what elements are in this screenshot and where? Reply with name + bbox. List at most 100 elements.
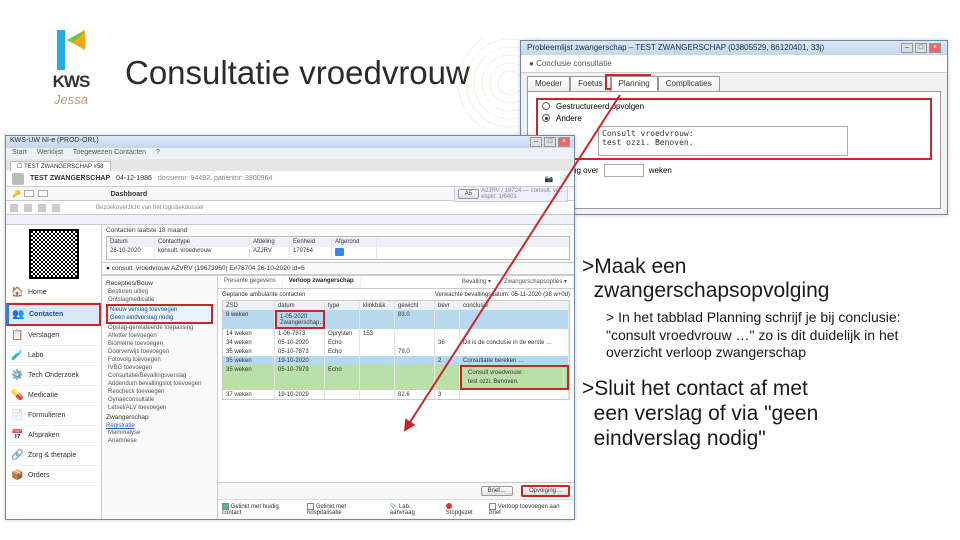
popup-subtitle: ● Conclusie consultatie [521,55,947,73]
action-item[interactable]: IVBG toevoegen [106,364,213,372]
close-icon[interactable]: × [929,43,941,53]
popup-tab-planning[interactable]: Planning [611,76,658,91]
mini-toolbar: Bezoekoverzicht van het logistiekdossier [6,201,574,215]
menu-contacten[interactable]: Toegewezen Contacten [73,149,146,156]
action-geen-eindverslag[interactable]: Geen eindverslag nodig [108,314,211,322]
menu-start[interactable]: Start [12,149,27,156]
radio-gestructureerd[interactable] [542,102,550,110]
popup-tab-complicaties[interactable]: Complicaties [658,76,720,91]
sidebar-item-contacten[interactable]: 👥Contacten [6,303,101,326]
consult-title: ● consult. vroedvrouw AZVRV (19673960) E… [102,263,574,275]
radio-andere[interactable] [542,114,550,122]
chk-hospitalisatie[interactable] [307,503,314,510]
sidebar-icon: 💊 [11,389,24,402]
menu-help[interactable]: ? [156,149,160,156]
action-item[interactable]: Anamnese [106,437,213,445]
action-nieuw-verslag[interactable]: Nieuw verslag toevoegen [108,306,211,314]
action-item[interactable]: Consultatie/Bevallingsverslag [106,372,213,380]
action-item[interactable]: Besturen uitleg [106,288,213,296]
preg-table-row[interactable]: 34 weken05-10-2020Echo36Dit is de conclu… [223,338,569,347]
main-maximize-icon[interactable]: □ [544,137,556,147]
instr-h2-line2: een verslag of via "geen [594,402,819,425]
preg-table-row[interactable]: 35 weken05-10-7879EchoConsult vroedvrouw… [223,365,569,390]
sidebar-item-label: Afspraken [28,432,60,439]
preg-table-row[interactable]: 14 weken1-06-7873Oprysten153 [223,329,569,338]
sidebar: 🏠Home👥Contacten📋Verslagen🧪Labo⚙️Tech Ond… [6,225,102,519]
toolbar-icon-camera[interactable]: 📷 [545,175,554,183]
flag-en-icon[interactable] [38,190,48,197]
sidebar-item-afspraken[interactable]: 📅Afspraken [6,426,101,446]
preg-table-row[interactable]: 35 weken19-10-20202Consultatie bereken … [223,356,569,365]
tab-bevalling[interactable]: Bevalling ▾ [456,276,498,288]
action-item[interactable]: Biometrie toevoegen [106,340,213,348]
sidebar-item-label: Medicatie [28,392,58,399]
preg-table-row[interactable]: 8 weken1-05-2020 Zwangerschap…83.0 [223,310,569,329]
action-item[interactable]: Letsel/ALV toevoegen [106,404,213,412]
toolbar-icon-pdf[interactable]: 📄 [559,175,568,183]
tab-zwangerschapsopties[interactable]: Zwangerschapsopties ▾ [498,276,574,288]
slide-title: Consultatie vroedvrouw [125,54,470,92]
sidebar-item-home[interactable]: 🏠Home [6,283,101,303]
logo-subtext: Jessa [54,92,88,107]
chk-verloop-brief[interactable] [489,503,496,510]
lab-aanvraag-label: Lab. aanvraag [390,504,415,516]
sidebar-item-zorg-&-therapie[interactable]: 🔗Zorg & therapie [6,446,101,466]
menu-werklijst[interactable]: Werklijst [37,149,63,156]
instr-h2-line3: eindverslag nodig" [594,427,766,450]
main-close-icon[interactable]: × [558,137,570,147]
sidebar-icon: 📋 [11,329,24,342]
flag-nl-icon[interactable] [24,190,34,197]
sidebar-item-orders[interactable]: 📦Orders [6,466,101,486]
popup-tab-moeder[interactable]: Moeder [527,76,570,91]
contacts-table-row[interactable]: 28-10-2020 konsult. vroedvrouw AZJRV 179… [107,247,569,259]
patient-tab[interactable]: ☐ TEST ZWANGERSCHAP #58 [10,161,111,171]
sidebar-item-verslagen[interactable]: 📋Verslagen [6,326,101,346]
tb-icon-1[interactable] [10,204,18,212]
maximize-icon[interactable]: □ [915,43,927,53]
brief-button[interactable]: Brief… [481,486,513,496]
action-item[interactable]: Addendum bevallingslot toevoegen [106,380,213,388]
patient-info: dossiernr: 94492. patiëntnr: 3800964 [158,175,272,182]
preg-table-row[interactable]: 37 weken19-10-202982.63 [223,390,569,399]
chk-huidig-contact[interactable] [222,503,229,510]
action-item[interactable]: Doorverwijs toevoegen [106,348,213,356]
main-minimize-icon[interactable]: – [530,137,542,147]
action-item[interactable]: Gynaeconsultatie [106,396,213,404]
opvolging-button[interactable]: Opvolging… [521,485,570,497]
action-item[interactable]: Mammalyse [106,429,213,437]
conclusie-textarea[interactable]: Consult vroedvrouw: test ozzi. Benoven. [598,126,848,156]
action-item[interactable]: Afletter toevoegen [106,332,213,340]
radio-andere-label: Andere [556,114,596,123]
tab-presente-gegevens[interactable]: Presente gegevens [218,276,283,288]
sec-recepties-title: Recepties/Bouw [106,280,213,287]
tb-icon-4[interactable] [52,204,60,212]
sidebar-item-tech-onderzoek[interactable]: ⚙️Tech Onderzoek [6,366,101,386]
preg-table-head: ZSD datum type klinkb&k gewicht bevr con… [223,301,569,310]
phase-strip [6,215,574,225]
kws-logo-k-icon [57,30,85,70]
action-item[interactable]: Fotovolg toevoegen [106,356,213,364]
key-badge[interactable]: A5 [458,189,479,199]
sidebar-icon: 🧪 [11,349,24,362]
kws-logo: KWS Jessa [36,30,106,120]
sidebar-item-label: Tech Onderzoek [28,372,79,379]
popup-title-text: Probleemlijst zwangerschap – TEST ZWANGE… [527,43,824,53]
minimize-icon[interactable]: – [901,43,913,53]
sidebar-item-formulieren[interactable]: 📄Formulieren [6,406,101,426]
popup-tab-foetus[interactable]: Foetus [570,76,610,91]
patient-subheader: 🔑 Dashboard A5 A2JRV / 19724 — consult. … [6,187,574,201]
sidebar-item-medicatie[interactable]: 💊 Medicatie [6,386,101,406]
action-item[interactable]: Opslag-gerelateerde toepassing [106,324,213,332]
tb-icon-2[interactable] [24,204,32,212]
preg-table-row[interactable]: 35 weken05-10-7873Echo79.0 [223,347,569,356]
sidebar-item-labo[interactable]: 🧪Labo [6,346,101,366]
breadcrumb-text: Bezoekoverzicht van het logistiekdossier [96,205,204,211]
instr-h2-line1: >Sluit het contact af met [582,377,808,400]
followup-weeks-input[interactable] [604,164,644,177]
window-menu: Start Werklijst Toegewezen Contacten ? [6,148,574,159]
action-item[interactable]: Ontslagmedicatie [106,296,213,304]
tb-icon-3[interactable] [38,204,46,212]
tab-verloop-zwangerschap[interactable]: Verloop zwangerschap [283,276,361,288]
action-item[interactable]: Reocheck toevoegen [106,388,213,396]
patient-name: TEST ZWANGERSCHAP [30,175,110,182]
